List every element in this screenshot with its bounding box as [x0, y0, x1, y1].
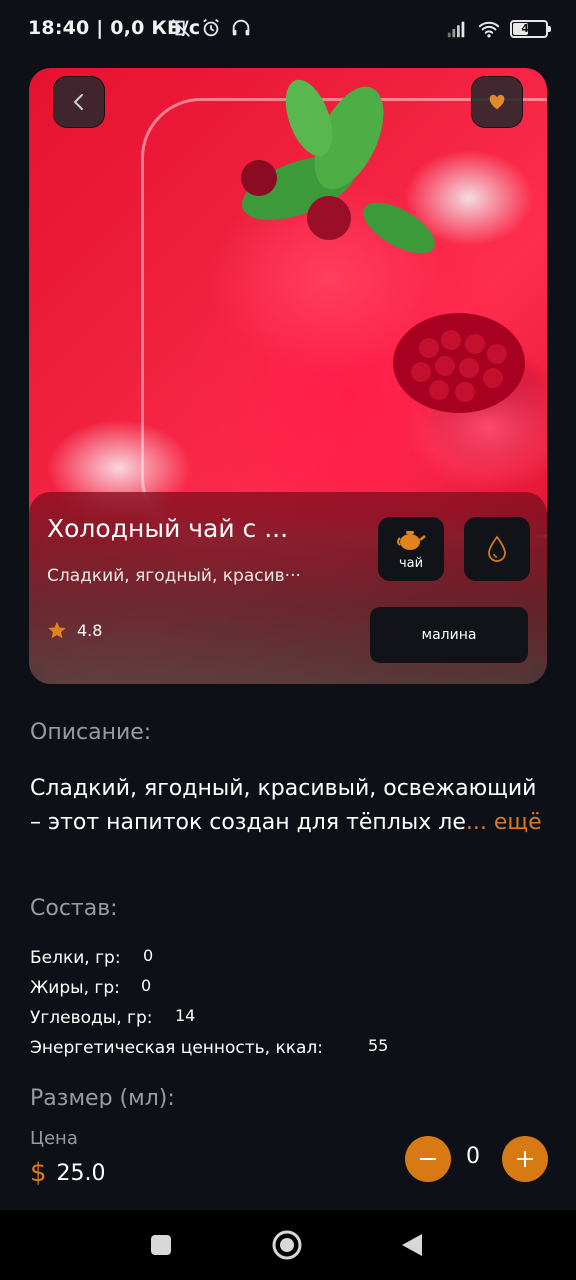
back-button[interactable]	[53, 76, 105, 128]
price-label: Цена	[30, 1128, 78, 1149]
description-title: Описание:	[30, 720, 152, 745]
drop-tag	[464, 517, 530, 581]
chevron-left-icon	[74, 94, 83, 110]
alarm-icon	[203, 18, 219, 37]
home-icon[interactable]	[272, 1230, 302, 1260]
status-bar: 18:40 | 0,0 КБ/с 43	[0, 0, 576, 58]
price-value: 25.0	[56, 1160, 106, 1186]
tea-type-label: чай	[398, 555, 424, 571]
vibrate-off-icon	[172, 19, 190, 37]
composition-title: Состав:	[30, 896, 118, 921]
plus-icon	[517, 1151, 533, 1167]
fat-label: Жиры, гр:	[30, 978, 120, 998]
recent-apps-icon[interactable]	[150, 1234, 172, 1256]
quantity-value: 0	[466, 1144, 480, 1169]
system-navigation-bar	[0, 1210, 576, 1280]
product-info-panel: Холодный чай с ... Сладкий, ягодный, кра…	[29, 492, 547, 684]
tea-type-tag: чай	[378, 517, 444, 581]
wifi-icon	[478, 21, 500, 38]
product-hero-card: Холодный чай с ... Сладкий, ягодный, кра…	[29, 68, 547, 684]
currency-symbol: $	[30, 1158, 47, 1188]
carbs-label: Углеводы, гр:	[30, 1008, 153, 1028]
energy-label: Энергетическая ценность, ккал:	[30, 1038, 324, 1058]
water-drop-icon	[488, 535, 506, 562]
carbs-value: 14	[175, 1006, 196, 1025]
price: $ 25.0	[30, 1158, 106, 1188]
product-subtitle: Сладкий, ягодный, красив···	[47, 566, 301, 586]
battery-indicator: 43	[510, 20, 551, 38]
raspberry-illustration	[393, 313, 525, 413]
product-name: Холодный чай с ...	[47, 514, 289, 543]
protein-value: 0	[143, 946, 154, 965]
fat-value: 0	[141, 976, 152, 995]
rating-value: 4.8	[77, 620, 103, 640]
favorite-button[interactable]	[471, 76, 523, 128]
ingredient-tag[interactable]: малина	[370, 607, 528, 663]
battery-level: 43	[521, 22, 537, 35]
decrease-quantity-button[interactable]	[405, 1136, 451, 1182]
teapot-icon	[397, 530, 426, 550]
description-text: Сладкий, ягодный, красивый, освежающий –…	[30, 772, 550, 840]
heart-icon	[489, 94, 505, 110]
product-rating: 4.8	[47, 620, 102, 640]
star-icon	[48, 621, 66, 639]
description-ellipsis: ...	[465, 810, 487, 835]
mint-leaves-illustration	[241, 79, 435, 254]
protein-label: Белки, гр:	[30, 948, 121, 968]
energy-value: 55	[368, 1036, 389, 1055]
size-title: Размер (мл):	[30, 1086, 175, 1108]
headphones-icon	[232, 19, 250, 36]
description-body: Сладкий, ягодный, красивый, освежающий –…	[30, 776, 537, 835]
increase-quantity-button[interactable]	[502, 1136, 548, 1182]
read-more-link[interactable]: ещё	[494, 810, 542, 835]
back-nav-icon[interactable]	[400, 1232, 424, 1258]
minus-icon	[420, 1158, 436, 1160]
signal-icon	[447, 21, 465, 38]
